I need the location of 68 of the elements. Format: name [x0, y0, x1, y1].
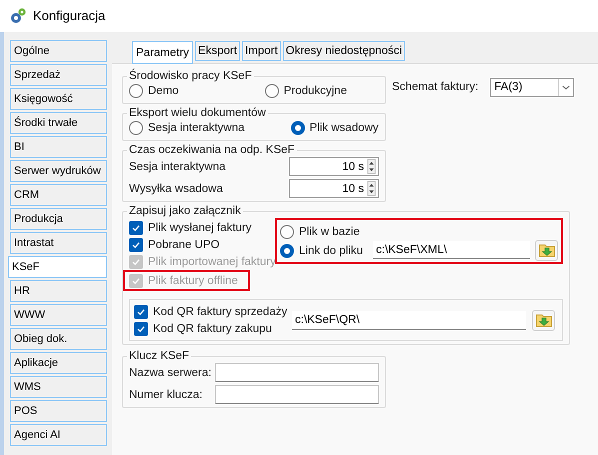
field-label: Wysyłka wsadowa	[129, 182, 223, 196]
sidebar-item[interactable]: Środki trwałe	[10, 112, 107, 134]
spin-arrows-icon	[367, 181, 376, 196]
browse-button[interactable]	[535, 240, 558, 260]
sidebar-item[interactable]: Intrastat	[10, 232, 107, 254]
tab[interactable]: Okresy niedostępności	[282, 41, 405, 61]
tab[interactable]: Parametry	[132, 41, 194, 64]
input-field[interactable]	[215, 385, 379, 404]
radio-label: Plik wsadowy	[310, 121, 379, 135]
sidebar-item[interactable]: Ogólne	[10, 40, 107, 62]
sidebar-item[interactable]: CRM	[10, 184, 107, 206]
group-title: Klucz KSeF	[128, 350, 190, 363]
group-title: Czas oczekiwania na odp. KSeF	[128, 144, 296, 157]
sidebar-item[interactable]: KSeF	[8, 256, 107, 278]
folder-arrow-icon	[538, 243, 554, 257]
checkbox-label: Plik importowanej faktury	[148, 254, 276, 268]
path-field[interactable]: c:\KSeF\XML\	[373, 241, 530, 259]
group-title: Zapisuj jako załącznik	[128, 205, 242, 218]
tab[interactable]: Import	[242, 41, 281, 61]
spin-arrows-icon	[367, 159, 376, 174]
checkbox[interactable]	[134, 322, 148, 336]
radio-label: Link do pliku	[299, 244, 363, 258]
sidebar-item[interactable]: POS	[10, 400, 107, 422]
sidebar-item[interactable]: HR	[10, 280, 107, 302]
sidebar-item[interactable]: Sprzedaż	[10, 64, 107, 86]
sidebar-item[interactable]: Aplikacje	[10, 352, 107, 374]
field-label: Schemat faktury:	[392, 80, 478, 94]
radio-label: Plik w bazie	[299, 224, 360, 238]
spin-field[interactable]: 10 s	[289, 157, 379, 176]
radio-button[interactable]	[290, 121, 305, 135]
dropdown[interactable]: FA(3)	[490, 78, 574, 96]
path-field[interactable]: c:\KSeF\QR\	[292, 310, 526, 330]
group-title: Eksport wielu dokumentów	[128, 107, 267, 120]
field-label: Numer klucza:	[129, 388, 202, 402]
checkbox-label: Kod QR faktury sprzedaży	[153, 304, 288, 318]
sidebar-item[interactable]: WMS	[10, 376, 107, 398]
sidebar-item[interactable]: Obieg dok.	[10, 328, 107, 350]
field-label: Nazwa serwera:	[129, 366, 212, 380]
field-label: Sesja interaktywna	[129, 160, 226, 174]
radio-label: Sesja interaktywna	[148, 121, 245, 135]
spin-field[interactable]: 10 s	[289, 179, 379, 198]
radio-label: Demo	[148, 84, 179, 98]
radio-label: Produkcyjne	[284, 84, 347, 98]
checkbox[interactable]	[129, 220, 143, 234]
checkbox-label: Pobrane UPO	[148, 238, 220, 252]
radio-button[interactable]	[129, 84, 143, 98]
gears-icon	[9, 7, 27, 25]
sidebar-item[interactable]: WWW	[10, 304, 107, 326]
sidebar-item[interactable]: Produkcja	[10, 208, 107, 230]
radio-button[interactable]	[280, 244, 294, 258]
input-field[interactable]	[215, 363, 379, 382]
radio-button[interactable]	[280, 224, 294, 238]
radio-button[interactable]	[264, 84, 279, 98]
checkbox-label: Plik faktury offline	[148, 274, 238, 288]
folder-arrow-icon	[536, 313, 552, 327]
sidebar-item[interactable]: Księgowość	[10, 88, 107, 110]
checkbox[interactable]	[129, 238, 143, 252]
group-title: Środowisko pracy KSeF	[128, 70, 253, 83]
sidebar-item[interactable]: BI	[10, 136, 107, 158]
sidebar-item[interactable]: Serwer wydruków	[10, 160, 107, 182]
browse-button[interactable]	[532, 310, 555, 330]
radio-button[interactable]	[129, 121, 143, 135]
tab[interactable]: Eksport	[195, 41, 240, 61]
checkbox-label: Plik wysłanej faktury	[148, 220, 252, 234]
checkbox[interactable]	[134, 304, 148, 318]
window-title: Konfiguracja	[33, 9, 106, 23]
sidebar-item[interactable]: Agenci AI	[10, 424, 107, 446]
checkbox-label: Kod QR faktury zakupu	[153, 322, 272, 336]
